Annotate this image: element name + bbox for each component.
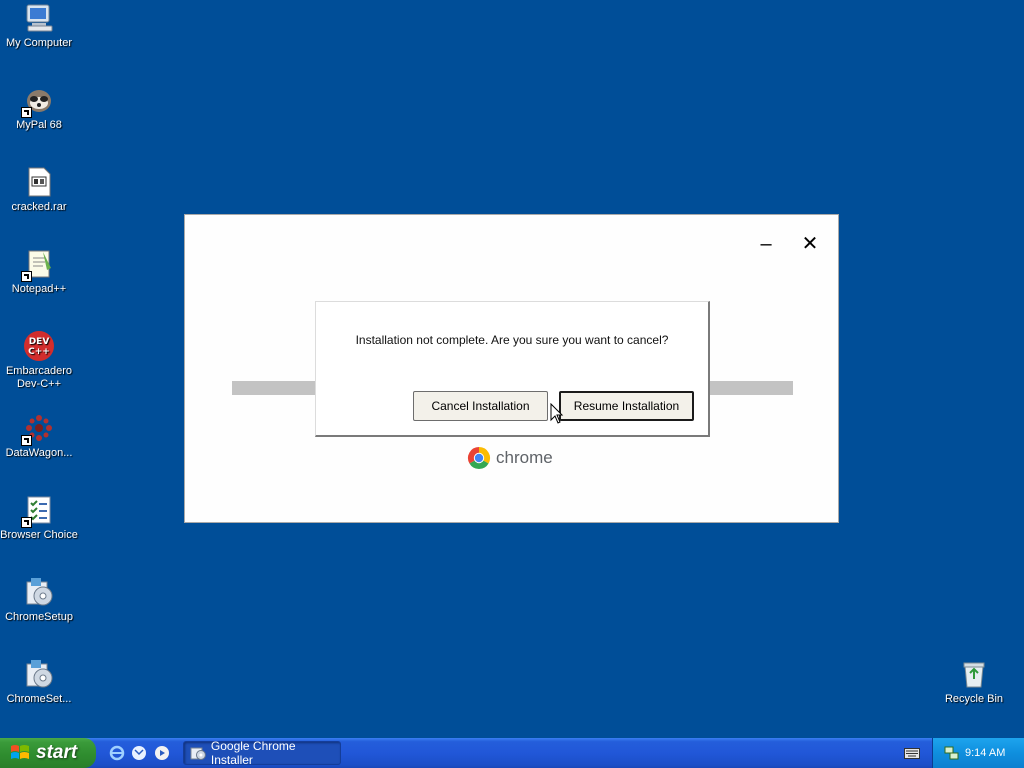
desktop-icon-browser-choice[interactable]: Browser Choice bbox=[0, 494, 78, 542]
chrome-icon bbox=[467, 447, 491, 470]
email-icon[interactable] bbox=[131, 745, 147, 761]
shortcut-arrow-icon bbox=[21, 271, 32, 282]
cancel-installation-button[interactable]: Cancel Installation bbox=[413, 391, 548, 421]
desktop-icon-label: Recycle Bin bbox=[944, 693, 1004, 705]
desktop-icon-mypal[interactable]: MyPal 68 bbox=[0, 84, 78, 132]
raccoon-icon bbox=[21, 84, 55, 118]
internet-explorer-icon[interactable] bbox=[109, 745, 125, 761]
start-button[interactable]: start bbox=[0, 738, 96, 768]
installer-icon bbox=[23, 576, 55, 608]
desktop-icon-devcpp[interactable]: DEV C++ Embarcadero Dev-C++ bbox=[0, 330, 78, 391]
desktop-icon-label: cracked.rar bbox=[11, 201, 67, 213]
desktop-icon-notepadpp[interactable]: Notepad++ bbox=[0, 248, 78, 296]
taskbar-item-chrome-installer[interactable]: Google Chrome Installer bbox=[183, 739, 341, 767]
shortcut-arrow-icon bbox=[21, 435, 32, 446]
desktop-icon-label: ChromeSet... bbox=[6, 693, 72, 705]
keyboard-icon[interactable] bbox=[904, 746, 920, 760]
taskbar-item-label: Google Chrome Installer bbox=[210, 739, 296, 767]
file-icon bbox=[23, 166, 55, 198]
desktop-icon-chromesetup[interactable]: ChromeSetup bbox=[0, 576, 78, 624]
clock[interactable]: 9:14 AM bbox=[965, 747, 1005, 759]
desktop-icon-my-computer[interactable]: My Computer bbox=[0, 2, 78, 50]
system-tray: 9:14 AM bbox=[932, 738, 1024, 768]
desktop-icon-label: ChromeSetup bbox=[5, 611, 73, 623]
shortcut-arrow-icon bbox=[21, 107, 32, 118]
recycle-bin-icon bbox=[958, 658, 990, 690]
desktop-icon-label: Notepad++ bbox=[11, 283, 67, 295]
desktop-icon-cracked-rar[interactable]: cracked.rar bbox=[0, 166, 78, 214]
chrome-logo: chrome bbox=[467, 446, 553, 470]
taskbar: start Google Chrome Installer 9:14 AM bbox=[0, 738, 1024, 768]
desktop-icon-chromeset2[interactable]: ChromeSet... bbox=[0, 658, 78, 706]
desktop-icon-label: Browser Choice bbox=[0, 529, 78, 541]
close-button[interactable]: ✕ bbox=[799, 233, 821, 255]
media-player-icon[interactable] bbox=[154, 745, 170, 761]
shortcut-arrow-icon bbox=[21, 517, 32, 528]
dialog-message: Installation not complete. Are you sure … bbox=[355, 333, 669, 347]
resume-installation-button[interactable]: Resume Installation bbox=[559, 391, 694, 421]
desktop-icon-label: My Computer bbox=[5, 37, 73, 49]
desktop-icon-label: Embarcadero Dev-C++ bbox=[5, 365, 73, 390]
desktop-icon-label: DataWagon... bbox=[5, 447, 73, 459]
svg-text:DEV: DEV bbox=[29, 337, 50, 347]
progress-track-left bbox=[232, 381, 322, 395]
progress-track-right bbox=[709, 381, 793, 395]
devcpp-icon: DEV C++ bbox=[23, 330, 55, 362]
network-icon[interactable] bbox=[943, 745, 959, 761]
desktop-icon-recycle-bin[interactable]: Recycle Bin bbox=[935, 658, 1013, 706]
cancel-confirm-dialog: Installation not complete. Are you sure … bbox=[315, 301, 710, 437]
datawagon-icon bbox=[21, 412, 55, 446]
installer-icon bbox=[23, 658, 55, 690]
desktop-icon-label: MyPal 68 bbox=[16, 119, 62, 131]
chrome-brand-text: chrome bbox=[496, 448, 553, 467]
installer-icon bbox=[190, 747, 206, 760]
desktop-icon-datawagon[interactable]: DataWagon... bbox=[0, 412, 78, 460]
mouse-cursor-icon bbox=[550, 403, 564, 424]
checklist-icon bbox=[21, 494, 55, 528]
computer-icon bbox=[23, 2, 55, 34]
notepadpp-icon bbox=[21, 248, 55, 282]
windows-flag-icon bbox=[11, 745, 29, 759]
minimize-button[interactable]: – bbox=[755, 233, 777, 255]
start-label: start bbox=[36, 742, 78, 763]
svg-text:C++: C++ bbox=[28, 347, 50, 357]
